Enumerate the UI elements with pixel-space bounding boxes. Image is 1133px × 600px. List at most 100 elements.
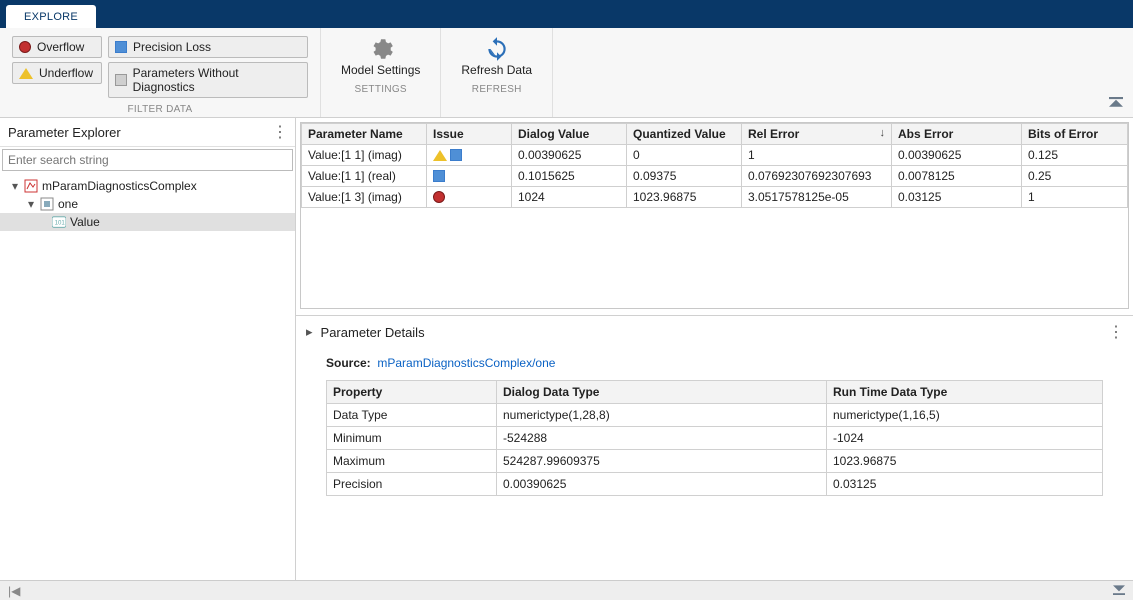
cell-rel-error: 3.0517578125e-05: [742, 187, 892, 208]
details-cell-property: Precision: [327, 473, 497, 496]
parameter-explorer-header: Parameter Explorer ⋮: [0, 118, 295, 147]
filter-overflow-label: Overflow: [37, 40, 84, 54]
precision-loss-icon: [115, 41, 127, 53]
parameters-table: Parameter Name Issue Dialog Value Quanti…: [301, 123, 1128, 208]
underflow-icon: [19, 68, 33, 79]
filter-underflow-button[interactable]: Underflow: [12, 62, 102, 84]
precision-loss-icon: [450, 149, 462, 161]
refresh-data-label: Refresh Data: [461, 64, 532, 78]
cell-parameter-name: Value:[1 3] (imag): [302, 187, 427, 208]
search-input[interactable]: [2, 149, 293, 171]
settings-section: Model Settings SETTINGS: [321, 28, 441, 117]
details-col-runtime[interactable]: Run Time Data Type: [827, 381, 1103, 404]
cell-abs-error: 0.0078125: [892, 166, 1022, 187]
tree-twisty-icon[interactable]: ▾: [26, 197, 36, 211]
table-row[interactable]: Value:[1 3] (imag) 10241023.968753.051757…: [302, 187, 1128, 208]
details-cell-runtime: -1024: [827, 427, 1103, 450]
settings-section-label: SETTINGS: [354, 84, 406, 95]
parameter-details-menu-icon[interactable]: ⋮: [1108, 322, 1123, 342]
details-col-property[interactable]: Property: [327, 381, 497, 404]
tree-node-root[interactable]: ▾ mParamDiagnosticsComplex: [0, 177, 295, 195]
svg-text:101: 101: [55, 220, 66, 227]
col-quantized-value[interactable]: Quantized Value: [627, 124, 742, 145]
filter-precision-loss-label: Precision Loss: [133, 40, 211, 54]
cell-issue: [427, 187, 512, 208]
tree-node-one[interactable]: ▾ one: [0, 195, 295, 213]
col-parameter-name[interactable]: Parameter Name: [302, 124, 427, 145]
col-abs-error[interactable]: Abs Error: [892, 124, 1022, 145]
model-settings-label: Model Settings: [341, 64, 420, 78]
source-line: Source: mParamDiagnosticsComplex/one: [326, 356, 1103, 370]
tab-explore[interactable]: EXPLORE: [6, 5, 96, 28]
source-link[interactable]: mParamDiagnosticsComplex/one: [377, 356, 555, 370]
parameter-explorer-menu-icon[interactable]: ⋮: [272, 122, 287, 142]
filter-no-diag-label: Parameters Without Diagnostics: [133, 66, 297, 94]
cell-abs-error: 0.00390625: [892, 145, 1022, 166]
cell-bits-error: 1: [1022, 187, 1128, 208]
chevron-right-icon[interactable]: ▸: [306, 324, 313, 340]
details-cell-runtime: 0.03125: [827, 473, 1103, 496]
filter-precision-loss-button[interactable]: Precision Loss: [108, 36, 308, 58]
details-table: Property Dialog Data Type Run Time Data …: [326, 380, 1103, 496]
col-bits-of-error[interactable]: Bits of Error: [1022, 124, 1128, 145]
parameter-icon: 101: [52, 215, 66, 229]
parameter-details-header: ▸ Parameter Details ⋮: [296, 315, 1133, 348]
table-row[interactable]: Value:[1 1] (real)0.10156250.093750.0769…: [302, 166, 1128, 187]
parameter-details-title: Parameter Details: [321, 325, 425, 340]
search-container: [2, 149, 293, 171]
filter-data-section: Overflow Underflow Precision Loss Parame…: [0, 28, 321, 117]
details-cell-property: Minimum: [327, 427, 497, 450]
cell-quantized-value: 0.09375: [627, 166, 742, 187]
underflow-icon: [433, 150, 447, 161]
tree-node-value[interactable]: 101 Value: [0, 213, 295, 231]
col-issue[interactable]: Issue: [427, 124, 512, 145]
cell-dialog-value: 0.00390625: [512, 145, 627, 166]
filter-overflow-button[interactable]: Overflow: [12, 36, 102, 58]
cell-parameter-name: Value:[1 1] (real): [302, 166, 427, 187]
source-label: Source:: [326, 356, 371, 370]
cell-bits-error: 0.25: [1022, 166, 1128, 187]
table-row[interactable]: Value:[1 1] (imag)0.00390625010.00390625…: [302, 145, 1128, 166]
details-cell-dialog: 524287.99609375: [497, 450, 827, 473]
cell-rel-error: 0.07692307692307693: [742, 166, 892, 187]
details-cell-dialog: numerictype(1,28,8): [497, 404, 827, 427]
col-dialog-value[interactable]: Dialog Value: [512, 124, 627, 145]
table-header-row: Parameter Name Issue Dialog Value Quanti…: [302, 124, 1128, 145]
status-collapse-button[interactable]: [1113, 583, 1125, 598]
parameter-explorer-panel: Parameter Explorer ⋮ ▾ mParamDiagnostics…: [0, 118, 296, 580]
tree-twisty-icon[interactable]: ▾: [10, 179, 20, 193]
cell-bits-error: 0.125: [1022, 145, 1128, 166]
tree-node-one-label: one: [58, 197, 78, 211]
parameters-table-wrap: Parameter Name Issue Dialog Value Quanti…: [300, 122, 1129, 309]
collapse-toolstrip-button[interactable]: [1109, 28, 1133, 117]
cell-parameter-name: Value:[1 1] (imag): [302, 145, 427, 166]
tree-node-root-label: mParamDiagnosticsComplex: [42, 179, 197, 193]
sort-desc-icon: ↓: [880, 127, 886, 139]
refresh-data-button[interactable]: Refresh Data: [447, 32, 546, 80]
cell-quantized-value: 1023.96875: [627, 187, 742, 208]
cell-quantized-value: 0: [627, 145, 742, 166]
refresh-icon: [484, 36, 510, 62]
cell-dialog-value: 1024: [512, 187, 627, 208]
main-panel: Parameter Name Issue Dialog Value Quanti…: [296, 118, 1133, 580]
model-icon: [24, 179, 38, 193]
details-col-dialog[interactable]: Dialog Data Type: [497, 381, 827, 404]
main-body: Parameter Explorer ⋮ ▾ mParamDiagnostics…: [0, 118, 1133, 580]
subsystem-icon: [40, 197, 54, 211]
col-rel-error[interactable]: Rel Error↓: [742, 124, 892, 145]
filter-underflow-label: Underflow: [39, 66, 93, 80]
status-bar: |◀: [0, 580, 1133, 600]
tree: ▾ mParamDiagnosticsComplex ▾ one 101 Val…: [0, 175, 295, 233]
details-row: Data Typenumerictype(1,28,8)numerictype(…: [327, 404, 1103, 427]
table-empty-area: [301, 208, 1128, 308]
details-cell-runtime: 1023.96875: [827, 450, 1103, 473]
details-row: Maximum524287.996093751023.96875: [327, 450, 1103, 473]
precision-loss-icon: [433, 170, 445, 182]
details-cell-property: Data Type: [327, 404, 497, 427]
status-prev-button[interactable]: |◀: [8, 584, 20, 598]
details-row: Precision0.003906250.03125: [327, 473, 1103, 496]
details-cell-runtime: numerictype(1,16,5): [827, 404, 1103, 427]
model-settings-button[interactable]: Model Settings: [327, 32, 434, 80]
details-row: Minimum-524288-1024: [327, 427, 1103, 450]
filter-no-diag-button[interactable]: Parameters Without Diagnostics: [108, 62, 308, 98]
